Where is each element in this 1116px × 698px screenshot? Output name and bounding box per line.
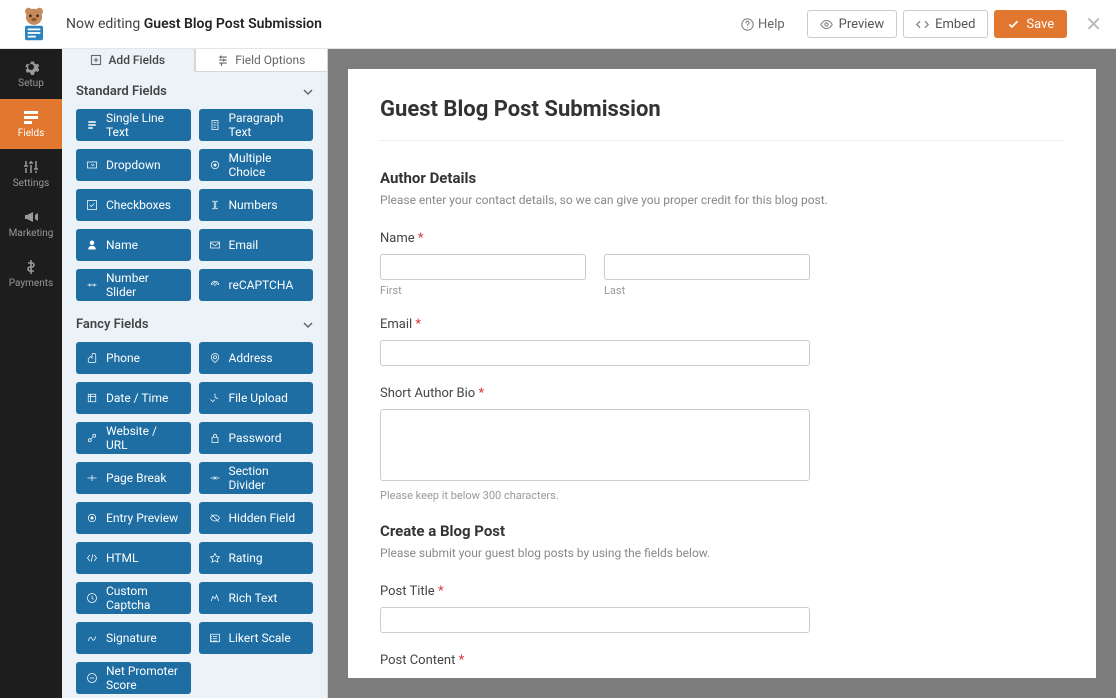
field-net-promoter-score[interactable]: Net Promoter Score — [76, 662, 191, 694]
field-hidden-field[interactable]: Hidden Field — [199, 502, 314, 534]
nav-marketing[interactable]: Marketing — [0, 199, 62, 249]
tab-add-fields[interactable]: Add Fields — [62, 49, 195, 72]
chevron-down-icon — [303, 320, 313, 330]
field-dropdown[interactable]: Dropdown — [76, 149, 191, 181]
bio-label: Short Author Bio * — [380, 386, 810, 401]
form-title: Guest Blog Post Submission — [380, 97, 1064, 141]
field-custom-captcha[interactable]: Custom Captcha — [76, 582, 191, 614]
field-checkboxes[interactable]: Checkboxes — [76, 189, 191, 221]
bio-textarea[interactable] — [380, 409, 810, 481]
close-icon[interactable]: ✕ — [1085, 12, 1102, 36]
section-title: Author Details — [380, 169, 1064, 187]
field-section-divider[interactable]: Section Divider — [199, 462, 314, 494]
field-single-line-text[interactable]: Single Line Text — [76, 109, 191, 141]
field-rating[interactable]: Rating — [199, 542, 314, 574]
embed-button[interactable]: Embed — [903, 10, 988, 38]
group-standard-fields[interactable]: Standard Fields — [76, 84, 313, 99]
field-entry-preview[interactable]: Entry Preview — [76, 502, 191, 534]
post-title-input[interactable] — [380, 607, 810, 633]
nav-fields[interactable]: Fields — [0, 99, 62, 149]
fields-icon — [23, 109, 39, 125]
chevron-down-icon — [303, 87, 313, 97]
field-file-upload[interactable]: File Upload — [199, 382, 314, 414]
field-date-time[interactable]: Date / Time — [76, 382, 191, 414]
field-email[interactable]: Email — [199, 229, 314, 261]
name-label: Name * — [380, 231, 810, 246]
section-desc: Please submit your guest blog posts by u… — [380, 546, 1064, 560]
field-phone[interactable]: Phone — [76, 342, 191, 374]
nav-payments[interactable]: Payments — [0, 249, 62, 299]
nav-setup[interactable]: Setup — [0, 49, 62, 99]
bio-hint: Please keep it below 300 characters. — [380, 489, 810, 502]
tab-field-options[interactable]: Field Options — [195, 49, 328, 72]
field-likert-scale[interactable]: Likert Scale — [199, 622, 314, 654]
group-fancy-fields[interactable]: Fancy Fields — [76, 317, 313, 332]
dollar-icon — [23, 259, 39, 275]
help-link[interactable]: Help — [741, 17, 785, 32]
post-content-label: Post Content * — [380, 653, 810, 668]
last-name-input[interactable] — [604, 254, 810, 280]
section-title: Create a Blog Post — [380, 522, 1064, 540]
nav-settings[interactable]: Settings — [0, 149, 62, 199]
last-sublabel: Last — [604, 284, 810, 297]
save-button[interactable]: Save — [994, 10, 1067, 38]
field-password[interactable]: Password — [199, 422, 314, 454]
field-rich-text[interactable]: Rich Text — [199, 582, 314, 614]
field-address[interactable]: Address — [199, 342, 314, 374]
field-html[interactable]: HTML — [76, 542, 191, 574]
gear-icon — [23, 59, 39, 75]
field-recaptcha[interactable]: reCAPTCHA — [199, 269, 314, 301]
field-name[interactable]: Name — [76, 229, 191, 261]
field-signature[interactable]: Signature — [76, 622, 191, 654]
field-page-break[interactable]: Page Break — [76, 462, 191, 494]
field-numbers[interactable]: Numbers — [199, 189, 314, 221]
email-input[interactable] — [380, 340, 810, 366]
section-desc: Please enter your contact details, so we… — [380, 193, 1064, 207]
sliders-icon — [23, 159, 39, 175]
wpforms-logo — [14, 4, 54, 44]
field-website-url[interactable]: Website / URL — [76, 422, 191, 454]
post-title-label: Post Title * — [380, 584, 810, 599]
preview-button[interactable]: Preview — [807, 10, 897, 38]
first-sublabel: First — [380, 284, 586, 297]
first-name-input[interactable] — [380, 254, 586, 280]
field-multiple-choice[interactable]: Multiple Choice — [199, 149, 314, 181]
field-paragraph-text[interactable]: Paragraph Text — [199, 109, 314, 141]
now-editing-label: Now editing Guest Blog Post Submission — [66, 16, 322, 32]
field-number-slider[interactable]: Number Slider — [76, 269, 191, 301]
email-label: Email * — [380, 317, 810, 332]
bullhorn-icon — [23, 209, 39, 225]
